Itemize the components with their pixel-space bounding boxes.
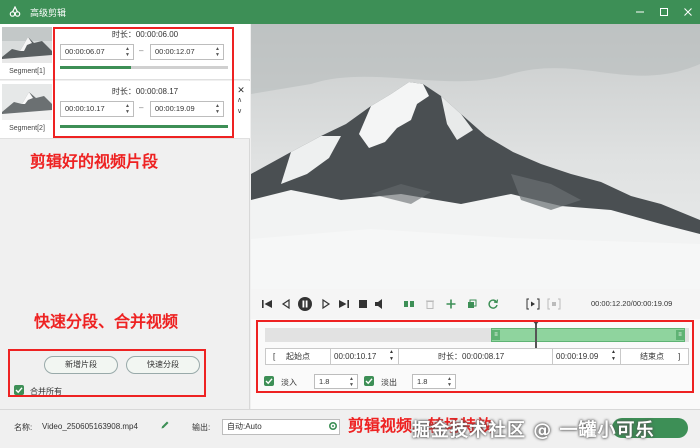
step-back-icon[interactable] [279,297,293,311]
clip-editor: ≡ ≡ [ 起始点 00:00:10.17 ▲ ▼ 时长：00:00:08.17 … [251,319,700,409]
close-window-icon[interactable] [676,0,700,24]
bottom-bar: 名称: Video_250605163908.mp4 输出: 自动:Auto 剪… [0,409,700,448]
skip-to-end-icon[interactable] [337,297,351,311]
scroll-down-icon[interactable]: ∨ [237,107,242,115]
annotation-split-merge: 快速分段、合并视频 [34,312,179,331]
skip-to-start-icon[interactable] [260,297,274,311]
video-preview[interactable] [251,24,700,289]
player-controls: 00:00:12.20/00:00:19.09 [251,289,700,319]
window-title: 高级剪辑 [30,7,67,18]
set-marker-icon[interactable] [526,297,540,311]
merge-all-checkbox[interactable] [14,385,24,395]
edit-name-icon[interactable] [160,420,170,432]
reset-icon[interactable] [486,297,500,311]
segments-highlight-box [53,27,234,138]
add-segment-button[interactable]: 新增片段 [44,356,118,374]
remove-segment-icon[interactable]: ✕ [236,85,246,96]
segment-label: Segment[2] [9,125,45,132]
merge-all-label: 合并所有 [30,387,62,396]
output-path-field[interactable]: 自动:Auto [222,419,340,435]
minimize-icon[interactable] [628,0,652,24]
segment-thumbnail[interactable] [2,27,52,63]
watermark: 掘金技术社区 @ 一罐小可乐 [412,420,655,441]
app-logo-icon [8,5,22,19]
step-forward-icon[interactable] [319,297,333,311]
quick-split-button[interactable]: 快速分段 [126,356,200,374]
delete-icon[interactable] [423,297,437,311]
output-settings-icon[interactable] [328,421,338,433]
segment-panel: Segment[1] 时长：00:00:06.00 00:00:06.07 ▲ ▼… [0,24,250,409]
pause-button[interactable] [297,296,313,312]
name-label: 名称: [14,423,33,432]
stop-icon[interactable] [356,297,370,311]
segment-label: Segment[1] [9,68,45,75]
scroll-up-icon[interactable]: ∧ [237,96,242,104]
output-label: 输出: [192,423,211,432]
clip-editor-highlight-box [256,320,694,393]
playback-time: 00:00:12.20/00:00:19.09 [591,299,673,308]
maximize-icon[interactable] [652,0,676,24]
annotation-clipped-segments: 剪辑好的视频片段 [30,152,159,171]
add-icon[interactable] [444,297,458,311]
segment-thumbnail[interactable] [2,84,52,120]
file-name: Video_250605163908.mp4 [42,422,138,431]
output-path-value: 自动:Auto [227,422,262,431]
volume-icon[interactable] [373,297,387,311]
copy-icon[interactable] [465,297,479,311]
split-icon[interactable] [402,297,416,311]
title-bar: 高级剪辑 [0,0,700,24]
clear-marker-icon[interactable] [547,297,561,311]
